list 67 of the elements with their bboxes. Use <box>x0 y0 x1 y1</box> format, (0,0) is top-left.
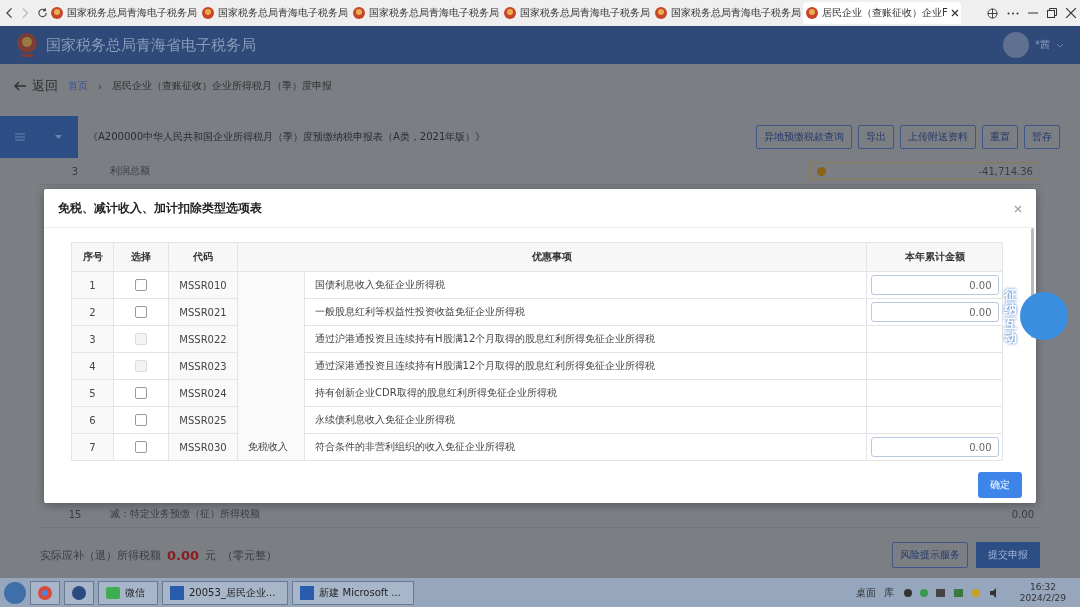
amount-field[interactable]: -41,714.36 <box>810 162 1040 180</box>
toolbar-button[interactable]: 异地预缴税款查询 <box>756 125 852 149</box>
clock-time: 16:32 <box>1029 581 1056 593</box>
table-cell: 3 <box>71 325 114 353</box>
table-cell: MSSR023 <box>168 352 238 380</box>
table-cell: 永续债利息收入免征企业所得税 <box>304 406 867 434</box>
table-cell: 持有创新企业CDR取得的股息红利所得免征企业所得税 <box>304 379 867 407</box>
confirm-button[interactable]: 确定 <box>978 472 1022 498</box>
browser-tab[interactable]: 居民企业（查账征收）企业F <box>803 2 961 24</box>
table-cell: 国债利息收入免征企业所得税 <box>304 271 867 299</box>
table-cell: 符合条件的非营利组织的收入免征企业所得税 <box>304 433 867 461</box>
clock-date: 2024/2/29 <box>1019 592 1066 604</box>
table-cell: 2 <box>71 298 114 326</box>
amount-field[interactable]: 0.00 <box>810 505 1040 523</box>
table-cell: 4 <box>71 352 114 380</box>
browser-tab[interactable]: 国家税务总局青海电子税务局 <box>652 2 803 24</box>
column-header: 序号 <box>71 242 114 272</box>
amount-input[interactable]: 0.00 <box>870 275 999 295</box>
breadcrumb-item: 居民企业（查账征收）企业所得税月（季）度申报 <box>112 79 332 93</box>
amount-in-words: （零元整） <box>222 547 278 563</box>
unit-label: 元 <box>205 547 217 563</box>
column-header: 选择 <box>113 242 169 272</box>
taskbar-button[interactable]: 新建 Microsoft ... <box>292 580 414 605</box>
column-header: 优惠事项 <box>237 242 867 272</box>
table-cell: 6 <box>71 406 114 434</box>
table-cell: 通过深港通投资且连续持有H股满12个月取得的股息红利所得免征企业所得税 <box>304 352 867 380</box>
column-header: 代码 <box>168 242 238 272</box>
taskbar-button[interactable]: 微信 <box>98 580 158 605</box>
total-amount: 0.00 <box>167 547 200 563</box>
amount-input[interactable]: 0.00 <box>870 437 999 457</box>
form-title: 《A200000中华人民共和国企业所得税月（季）度预缴纳税申报表（A类，2021年版）》 <box>88 130 486 144</box>
table-cell: MSSR025 <box>168 406 238 434</box>
table-cell: 7 <box>71 433 114 461</box>
browser-tab[interactable]: 国家税务总局青海电子税务局 <box>501 2 652 24</box>
table-cell: 5 <box>71 379 114 407</box>
total-label: 实际应补（退）所得税额 <box>40 547 161 563</box>
toolbar-button[interactable]: 导出 <box>858 125 894 149</box>
row-number: 15 <box>67 508 83 520</box>
table-cell: 一般股息红利等权益性投资收益免征企业所得税 <box>304 298 867 326</box>
browser-tab[interactable]: 国家税务总局青海电子税务局 <box>199 2 350 24</box>
user-name[interactable]: *茜 <box>1035 38 1050 52</box>
dialog-title: 免税、减计收入、加计扣除类型选项表 <box>58 199 262 217</box>
toolbar-label[interactable]: 桌面 <box>855 585 876 600</box>
column-header: 本年累计金额 <box>866 242 1003 272</box>
toolbar-label[interactable]: 库 <box>883 585 894 600</box>
table-cell: MSSR010 <box>168 271 238 299</box>
browser-tab[interactable]: 国家税务总局青海电子税务局 <box>350 2 501 24</box>
amount-input[interactable]: 0.00 <box>870 302 999 322</box>
breadcrumb-separator: › <box>98 80 102 92</box>
back-link[interactable]: 返回 <box>14 77 58 95</box>
mascot-label[interactable]: 征纳互动 <box>1004 288 1017 346</box>
toolbar-button[interactable]: 重置 <box>982 125 1018 149</box>
table-cell: MSSR024 <box>168 379 238 407</box>
taskbar-button[interactable]: 20053_居民企业... <box>162 580 289 605</box>
site-title: 国家税务总局青海省电子税务局 <box>46 35 256 55</box>
table-cell: 1 <box>71 271 114 299</box>
table-cell: MSSR030 <box>168 433 238 461</box>
toolbar-button[interactable]: 暂存 <box>1024 125 1060 149</box>
toolbar-button[interactable]: 上传附送资料 <box>900 125 976 149</box>
table-cell: 通过沪港通投资且连续持有H股满12个月取得的股息红利所得免征企业所得税 <box>304 325 867 353</box>
risk-service-button[interactable]: 风险提示服务 <box>892 542 968 568</box>
row-number: 3 <box>70 165 80 177</box>
table-cell: 免税收入 <box>237 271 305 461</box>
browser-tab[interactable]: 国家税务总局青海电子税务局 <box>48 2 199 24</box>
table-cell: MSSR022 <box>168 325 238 353</box>
submit-button[interactable]: 提交申报 <box>976 542 1040 568</box>
table-cell: MSSR021 <box>168 298 238 326</box>
